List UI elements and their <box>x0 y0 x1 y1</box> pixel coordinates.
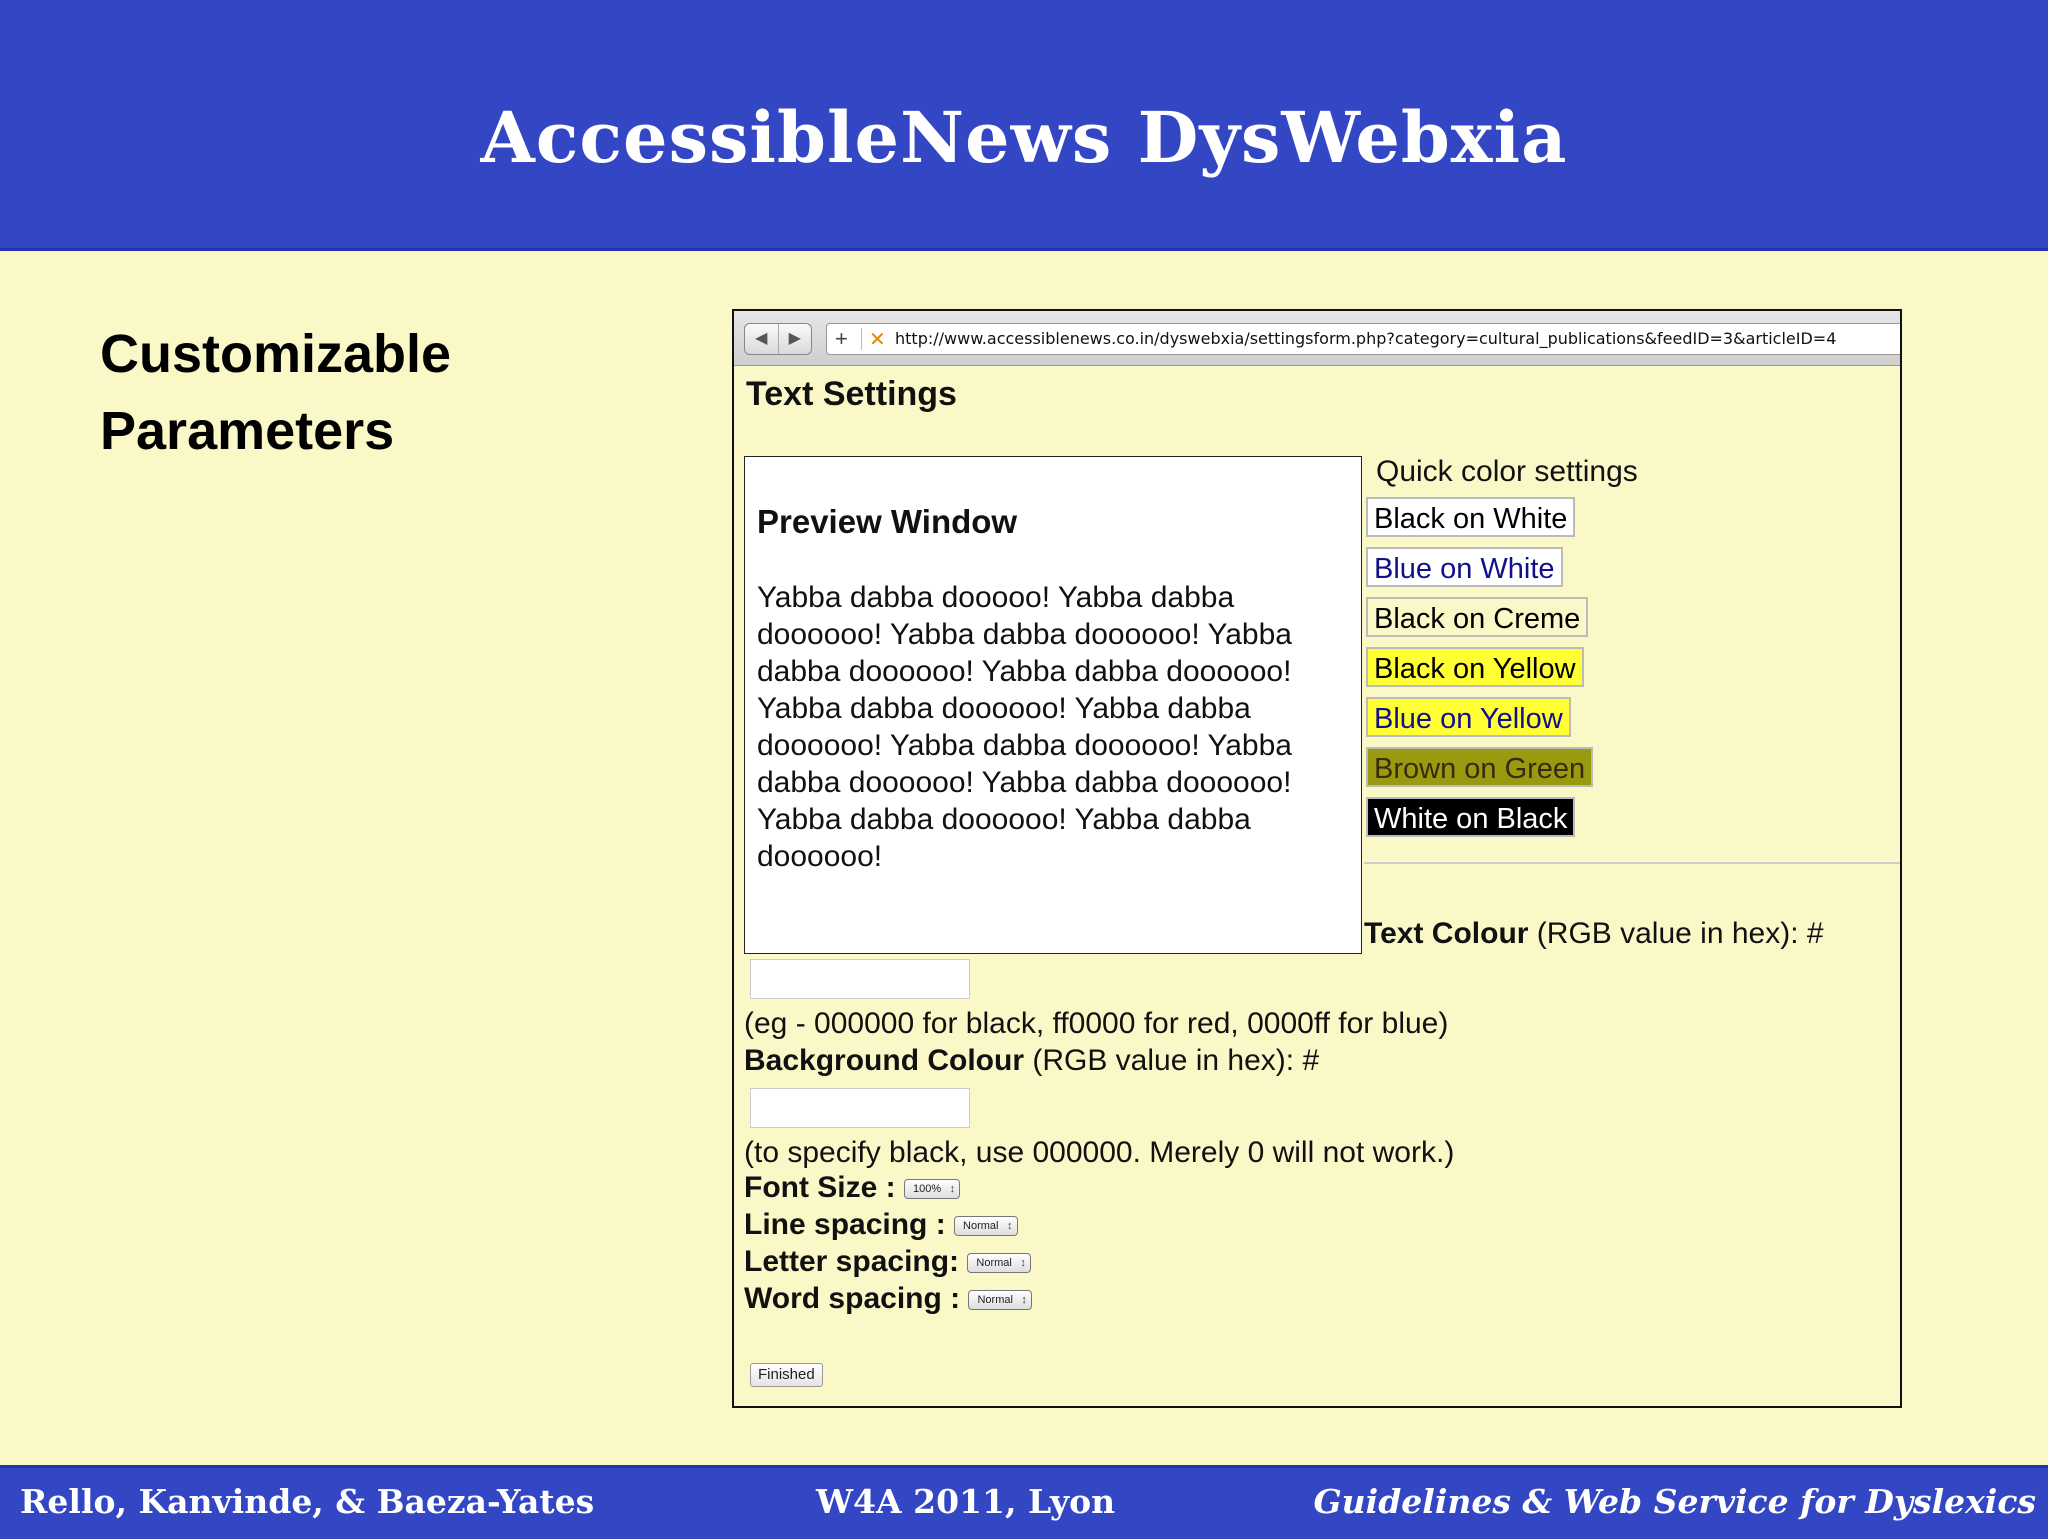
finished-button[interactable]: Finished <box>750 1363 823 1387</box>
line-spacing-select[interactable]: Normal <box>954 1216 1018 1237</box>
word-spacing-label: Word spacing : <box>744 1282 961 1315</box>
font-size-label: Font Size : <box>744 1171 896 1204</box>
quick-color-blue-on-white[interactable]: Blue on White <box>1366 547 1563 587</box>
quick-color-label: Quick color settings <box>1376 455 1638 488</box>
browser-screenshot: ◀ ▶ + ✕ http://www.accessiblenews.co.in/… <box>732 309 1902 1408</box>
background-colour-input[interactable] <box>750 1088 970 1128</box>
background-colour-hint: (to specify black, use 000000. Merely 0 … <box>744 1136 1455 1169</box>
text-colour-label-bold: Text Colour <box>1364 917 1529 950</box>
footer-topic: Guidelines & Web Service for Dyslexics <box>1313 1482 2037 1521</box>
slide-title: AccessibleNews DysWebxia <box>480 96 1568 179</box>
word-spacing-row: Word spacing : Normal <box>744 1282 1032 1316</box>
back-icon[interactable]: ◀ <box>745 324 778 354</box>
address-bar[interactable]: + ✕ http://www.accessiblenews.co.in/dysw… <box>826 323 1900 355</box>
background-colour-label-bold: Background Colour <box>744 1044 1025 1077</box>
add-bookmark-icon[interactable]: + <box>835 326 848 352</box>
preview-text: Yabba dabba dooooo! Yabba dabba doooooo!… <box>757 581 1292 873</box>
font-size-row: Font Size : 100% <box>744 1171 961 1205</box>
word-spacing-select[interactable]: Normal <box>968 1290 1032 1311</box>
preview-title: Preview Window <box>757 503 1018 540</box>
divider <box>1364 862 1900 864</box>
subheading-line-1: Customizable <box>100 324 452 384</box>
slide-footer: Rello, Kanvinde, & Baeza-Yates W4A 2011,… <box>0 1465 2048 1539</box>
page-title: Text Settings <box>746 375 957 413</box>
slide-header: AccessibleNews DysWebxia <box>0 0 2048 251</box>
subheading-line-2: Parameters <box>100 401 395 461</box>
text-colour-input[interactable] <box>750 959 970 999</box>
text-colour-hint: (eg - 000000 for black, ff0000 for red, … <box>744 1007 1449 1040</box>
text-colour-label-rest: (RGB value in hex): # <box>1528 917 1824 950</box>
forward-icon[interactable]: ▶ <box>777 324 812 354</box>
font-size-select[interactable]: 100% <box>904 1179 961 1200</box>
quick-color-black-on-yellow[interactable]: Black on Yellow <box>1366 647 1584 687</box>
line-spacing-label: Line spacing : <box>744 1208 946 1241</box>
text-colour-label: Text Colour (RGB value in hex): # <box>1364 917 1824 951</box>
browser-toolbar: ◀ ▶ + ✕ http://www.accessiblenews.co.in/… <box>734 311 1900 366</box>
nav-buttons: ◀ ▶ <box>744 323 812 355</box>
background-colour-label-rest: (RGB value in hex): # <box>1024 1044 1320 1077</box>
background-colour-label: Background Colour (RGB value in hex): # <box>744 1044 1319 1078</box>
slide-subheading: Customizable Parameters <box>100 316 451 470</box>
line-spacing-row: Line spacing : Normal <box>744 1208 1018 1242</box>
quick-color-black-on-creme[interactable]: Black on Creme <box>1366 597 1589 637</box>
address-bar-divider <box>861 328 862 350</box>
quick-color-blue-on-yellow[interactable]: Blue on Yellow <box>1366 697 1571 737</box>
preview-window: Preview Window Yabba dabba dooooo! Yabba… <box>744 456 1362 954</box>
address-url[interactable]: http://www.accessiblenews.co.in/dyswebxi… <box>895 329 1836 348</box>
footer-authors: Rello, Kanvinde, & Baeza-Yates <box>20 1482 595 1521</box>
quick-color-white-on-black[interactable]: White on Black <box>1366 797 1576 837</box>
footer-venue: W4A 2011, Lyon <box>816 1482 1116 1521</box>
letter-spacing-label: Letter spacing: <box>744 1245 960 1278</box>
quick-color-black-on-white[interactable]: Black on White <box>1366 497 1576 537</box>
letter-spacing-select[interactable]: Normal <box>967 1253 1031 1274</box>
favicon-icon: ✕ <box>869 329 886 351</box>
quick-color-brown-on-green[interactable]: Brown on Green <box>1366 747 1594 787</box>
letter-spacing-row: Letter spacing: Normal <box>744 1245 1031 1279</box>
